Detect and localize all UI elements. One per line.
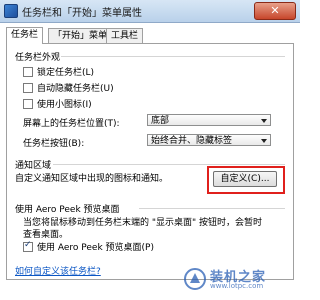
aero-peek-checkbox[interactable]: 使用 Aero Peek 预览桌面(P) — [23, 240, 154, 253]
title-bar: 任务栏和「开始」菜单属性 ✕ — [0, 0, 300, 23]
notification-description: 自定义通知区域中出现的图标和通知。 — [15, 174, 169, 184]
checkbox-box[interactable] — [23, 66, 33, 77]
checkbox-label: 使用 Aero Peek 预览桌面(P) — [37, 243, 154, 253]
watermark: 装机之家 www.lotpc.com — [184, 266, 294, 292]
help-link[interactable]: 如何自定义该任务栏? — [15, 264, 101, 277]
chevron-down-icon — [261, 139, 267, 143]
position-select-value: 底部 — [151, 116, 170, 126]
buttons-select[interactable]: 始终合并、隐藏标签 — [147, 134, 271, 146]
lock-taskbar-checkbox[interactable]: 锁定任务栏(L) — [23, 65, 95, 78]
buttons-select-value: 始终合并、隐藏标签 — [151, 136, 233, 146]
tab-panel: 任务栏外观 锁定任务栏(L) 自动隐藏任务栏(U) 使用小图标(I) 屏幕上的任… — [6, 43, 294, 280]
window-title: 任务栏和「开始」菜单属性 — [22, 8, 142, 19]
tab-toolbars[interactable]: 工具栏 — [106, 28, 144, 43]
checkbox-box[interactable] — [23, 82, 33, 93]
close-button[interactable]: ✕ — [254, 2, 296, 20]
window-icon — [4, 4, 18, 18]
checkbox-box[interactable] — [23, 98, 33, 109]
group-title-aero-peek: 使用 Aero Peek 预览桌面 — [15, 205, 120, 215]
tab-start-menu[interactable]: 「开始」菜单 — [48, 28, 113, 43]
group-divider — [61, 56, 285, 57]
aero-peek-description-line2: 查看桌面。 — [23, 230, 69, 240]
group-divider — [53, 164, 285, 165]
position-label: 屏幕上的任务栏位置(T): — [23, 119, 120, 129]
checkbox-label: 使用小图标(I) — [37, 100, 92, 110]
chevron-down-icon — [261, 119, 267, 123]
autohide-taskbar-checkbox[interactable]: 自动隐藏任务栏(U) — [23, 81, 114, 94]
customize-button[interactable]: 自定义(C)... — [213, 171, 277, 187]
group-title-appearance: 任务栏外观 — [15, 53, 61, 63]
position-select[interactable]: 底部 — [147, 114, 271, 126]
tab-taskbar[interactable]: 任务栏 — [6, 27, 44, 44]
watermark-url: www.lotpc.com — [210, 282, 264, 290]
checkbox-label: 锁定任务栏(L) — [37, 68, 95, 78]
checkbox-label: 自动隐藏任务栏(U) — [37, 84, 114, 94]
group-divider — [139, 208, 285, 209]
small-icons-checkbox[interactable]: 使用小图标(I) — [23, 97, 92, 110]
watermark-logo-icon — [184, 268, 206, 290]
group-title-notification: 通知区域 — [15, 161, 52, 171]
buttons-label: 任务栏按钮(B): — [23, 139, 85, 149]
checkbox-box[interactable] — [23, 240, 33, 252]
